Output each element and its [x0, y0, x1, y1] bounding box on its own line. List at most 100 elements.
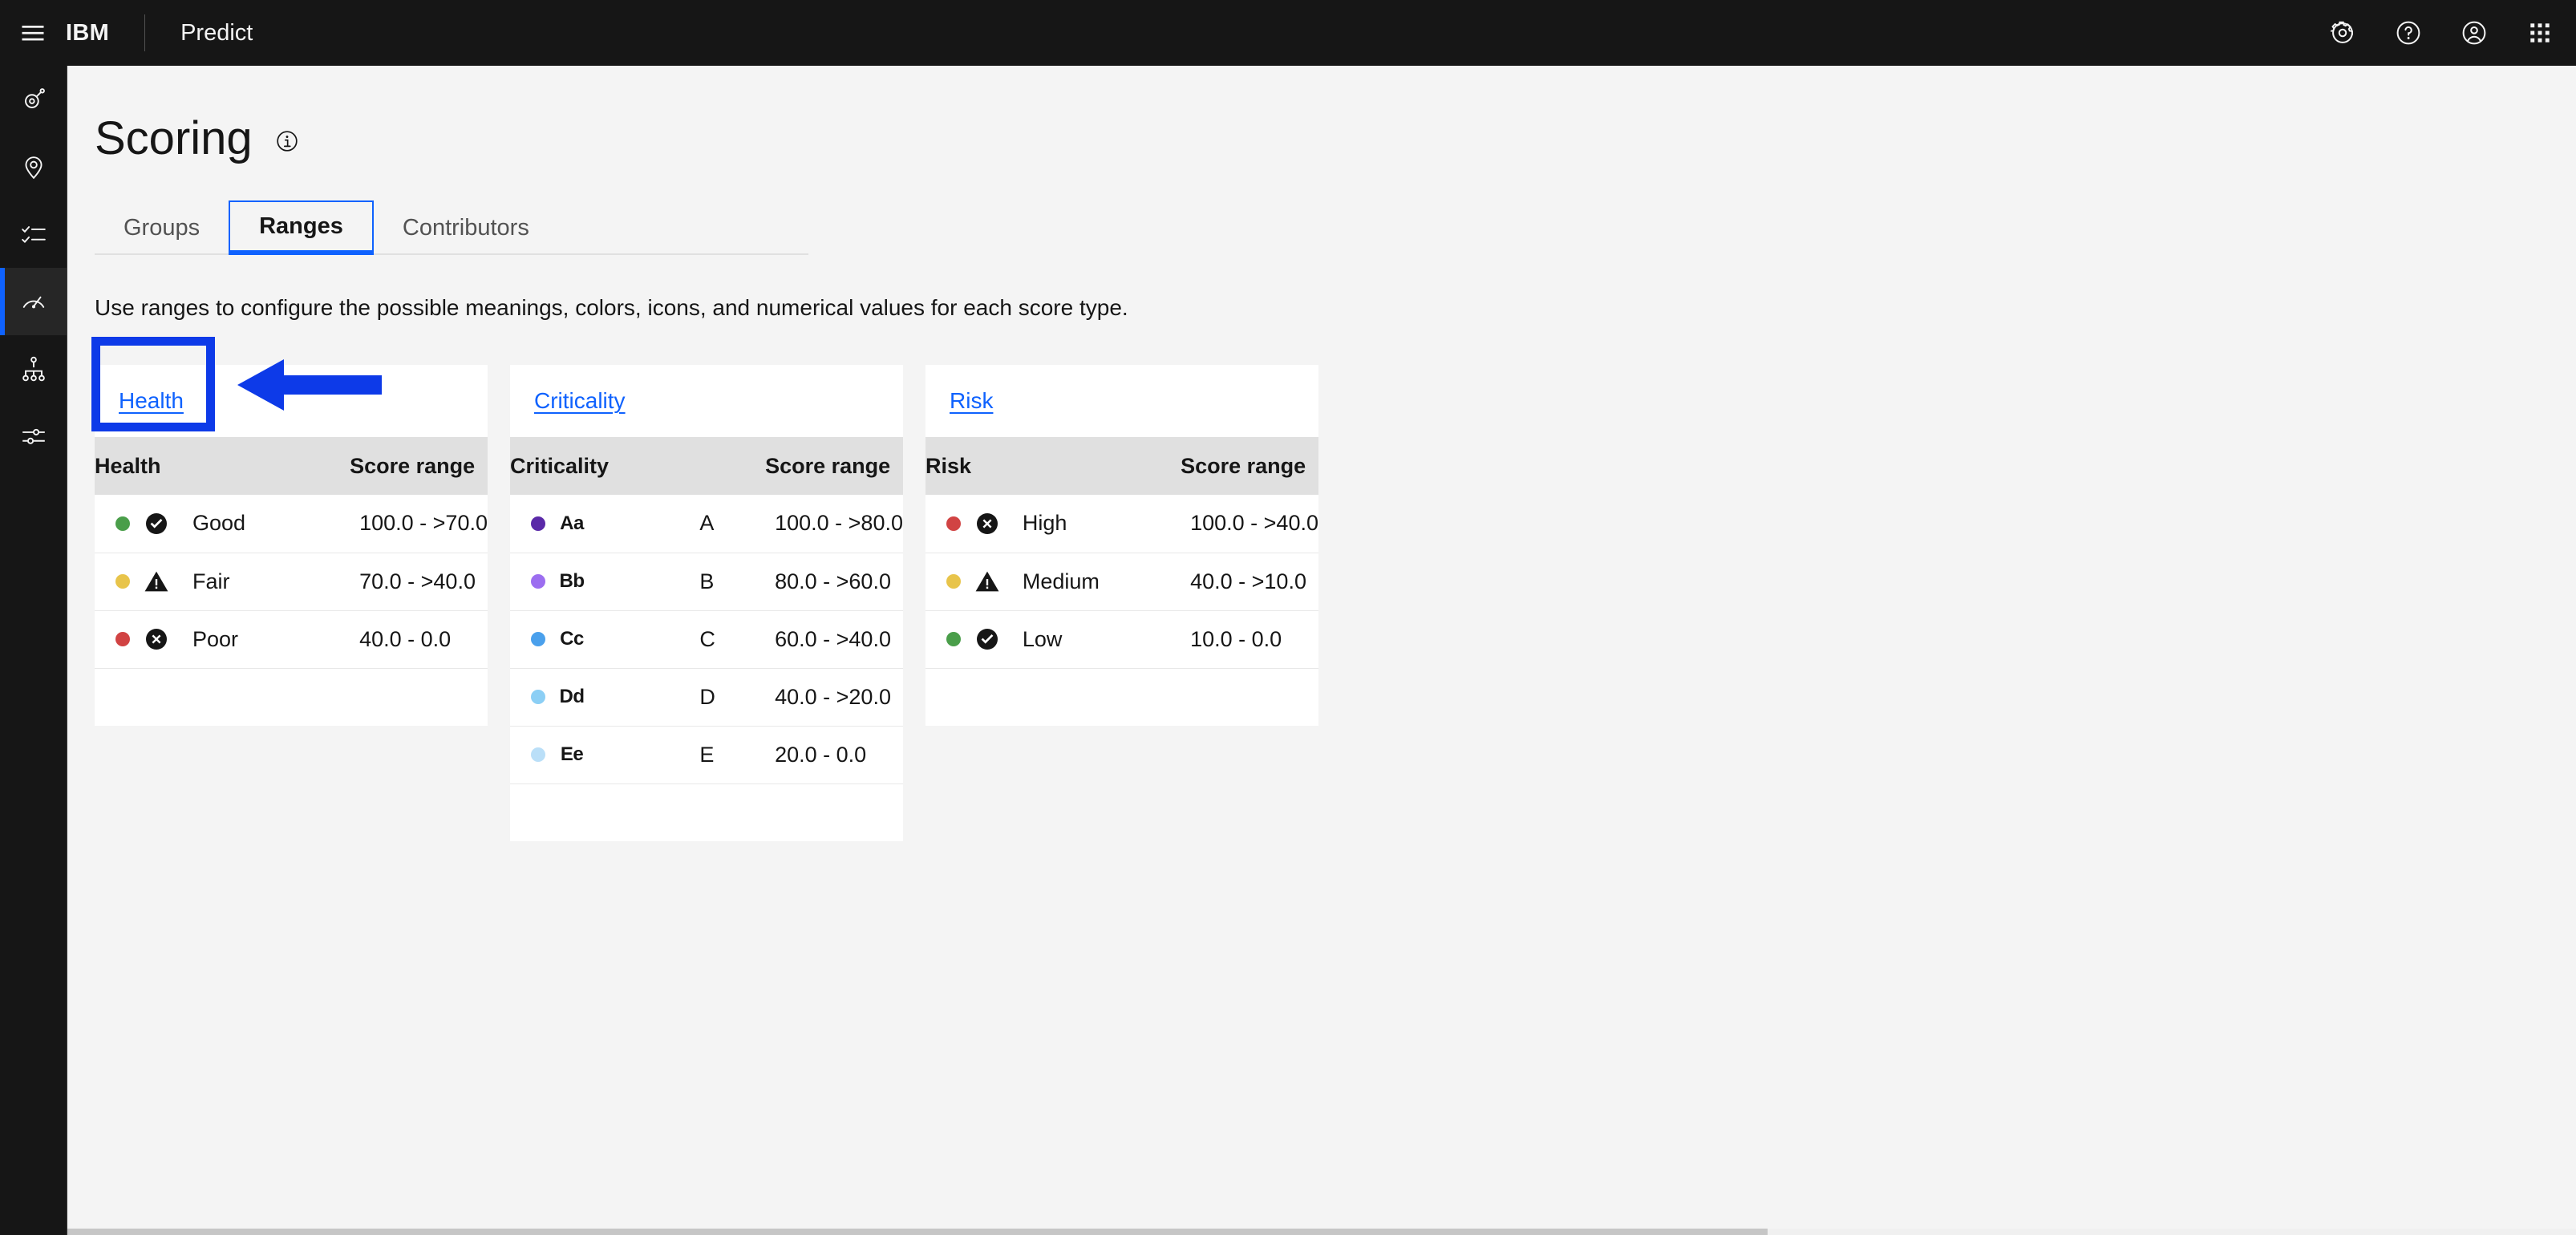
card-link-risk[interactable]: Risk: [950, 388, 993, 414]
status-color-dot: [531, 632, 545, 647]
letter-glyph-text: Aa: [560, 512, 584, 534]
location-pin-icon: [20, 153, 47, 180]
gear-icon: [2329, 19, 2356, 47]
row-score-range: 40.0 - >20.0: [775, 684, 891, 709]
status-color-dot: [115, 574, 130, 589]
status-color-dot: [531, 747, 545, 763]
error-x-circle-filled-icon: [143, 626, 170, 653]
letter-Cc-icon: Cc: [558, 626, 585, 653]
card-header-risk: Risk: [925, 365, 1318, 438]
table-row[interactable]: Dd D 40.0 - >20.0: [510, 668, 903, 727]
row-meaning: High: [1022, 511, 1067, 536]
range-table-health: Health Score range Good 100.0 - >70.0 Fa…: [95, 437, 488, 727]
row-score-range: 100.0 - >40.0: [1190, 511, 1318, 536]
card-header-health: Health: [95, 365, 488, 438]
table-row[interactable]: Aa A 100.0 - >80.0: [510, 495, 903, 553]
table-row[interactable]: Ee E 20.0 - 0.0: [510, 726, 903, 784]
range-card-criticality: Criticality Criticality Score range Aa A…: [510, 365, 903, 842]
card-link-criticality[interactable]: Criticality: [534, 388, 626, 414]
table-row[interactable]: High 100.0 - >40.0: [925, 495, 1318, 553]
sidebar-item-checklist[interactable]: [0, 200, 67, 268]
column-header-health: Health: [95, 437, 350, 496]
column-header-score-range: Score range: [1181, 437, 1318, 496]
user-profile-button[interactable]: [2441, 0, 2507, 66]
row-meaning: [609, 495, 699, 553]
card-link-health[interactable]: Health: [119, 388, 184, 414]
row-abbrev: E: [699, 742, 715, 767]
row-meaning: Fair: [192, 569, 230, 593]
app-switcher-button[interactable]: [2507, 0, 2573, 66]
row-score-range: 40.0 - 0.0: [359, 626, 452, 651]
table-head: Health Score range: [95, 437, 488, 496]
letter-Dd-icon: Dd: [558, 683, 585, 711]
row-meaning: Low: [1022, 626, 1063, 651]
table-row[interactable]: Good 100.0 - >70.0: [95, 495, 488, 553]
sidebar-item-scoring[interactable]: [0, 268, 67, 335]
sidebar-item-settings[interactable]: [0, 403, 67, 470]
row-abbrev: [1122, 495, 1181, 553]
status-color-dot: [531, 516, 545, 531]
left-sidebar-rail: [0, 66, 67, 1235]
brand-name[interactable]: IBM: [66, 20, 144, 47]
information-icon[interactable]: [275, 129, 299, 153]
row-score-range: 20.0 - 0.0: [775, 742, 867, 767]
row-meaning: Poor: [192, 626, 239, 651]
table-row[interactable]: Cc C 60.0 - >40.0: [510, 610, 903, 669]
settings-button[interactable]: [2310, 0, 2376, 66]
row-meaning: [609, 726, 699, 784]
column-header-score-range: Score range: [350, 437, 488, 496]
table-row[interactable]: Medium 40.0 - >10.0: [925, 553, 1318, 611]
sliders-icon: [20, 423, 47, 450]
table-header-row: Risk Score range: [925, 437, 1318, 496]
letter-glyph-text: Ee: [560, 743, 584, 766]
table-row[interactable]: Fair 70.0 - >40.0: [95, 553, 488, 611]
table-row-blank: [510, 784, 903, 842]
help-button[interactable]: [2376, 0, 2441, 66]
row-marks: Dd: [510, 668, 609, 726]
blank-cell: [510, 784, 903, 841]
table-row[interactable]: Poor 40.0 - 0.0: [95, 610, 488, 669]
brand-zone: IBM Predict: [66, 0, 253, 66]
table-row[interactable]: Low 10.0 - 0.0: [925, 610, 1318, 669]
column-header-risk: Risk: [925, 437, 1181, 496]
sidebar-item-asset[interactable]: [0, 66, 67, 133]
row-marks: [95, 553, 192, 610]
hamburger-menu-button[interactable]: [0, 0, 66, 66]
check-circle-filled-icon: [974, 626, 1001, 653]
table-header-row: Health Score range: [95, 437, 488, 496]
sidebar-item-location[interactable]: [0, 133, 67, 200]
horizontal-scrollbar-thumb[interactable]: [67, 1229, 1768, 1235]
letter-Bb-icon: Bb: [558, 568, 585, 595]
row-marks: Bb: [510, 553, 609, 610]
row-marks: Ee: [510, 726, 609, 784]
row-score-range: 100.0 - >80.0: [775, 511, 903, 536]
status-color-dot: [946, 574, 961, 589]
table-row[interactable]: Bb B 80.0 - >60.0: [510, 553, 903, 611]
status-color-dot: [946, 632, 961, 647]
app-header: IBM Predict: [0, 0, 2576, 66]
row-marks: Cc: [510, 610, 609, 668]
main-content-area: Scoring Groups Ranges Contributors Use r…: [67, 66, 2576, 1230]
table-body: Good 100.0 - >70.0 Fair 70.0 - >40.0 Poo…: [95, 495, 488, 727]
table-body: Aa A 100.0 - >80.0 Bb B 80.0 - >60.0 Cc …: [510, 495, 903, 842]
tab-contributors[interactable]: Contributors: [374, 200, 558, 255]
row-marks: [95, 495, 192, 553]
letter-Ee-icon: Ee: [558, 741, 585, 768]
row-meaning: Good: [192, 511, 246, 536]
page-title-row: Scoring: [67, 66, 2576, 162]
status-color-dot: [531, 690, 545, 705]
tab-groups[interactable]: Groups: [95, 200, 229, 255]
horizontal-scrollbar[interactable]: [67, 1229, 2576, 1235]
row-marks: [95, 610, 192, 668]
sidebar-item-hierarchy[interactable]: [0, 335, 67, 403]
row-abbrev: C: [699, 626, 715, 651]
checklist-icon: [20, 221, 47, 248]
tab-ranges[interactable]: Ranges: [229, 200, 374, 255]
check-circle-filled-icon: [143, 510, 170, 537]
row-meaning: [609, 668, 699, 726]
row-score-range: 80.0 - >60.0: [775, 569, 891, 593]
warning-triangle-filled-icon: [143, 568, 170, 595]
product-name[interactable]: Predict: [145, 20, 253, 47]
table-head: Criticality Score range: [510, 437, 903, 496]
hamburger-menu-icon: [18, 18, 47, 47]
